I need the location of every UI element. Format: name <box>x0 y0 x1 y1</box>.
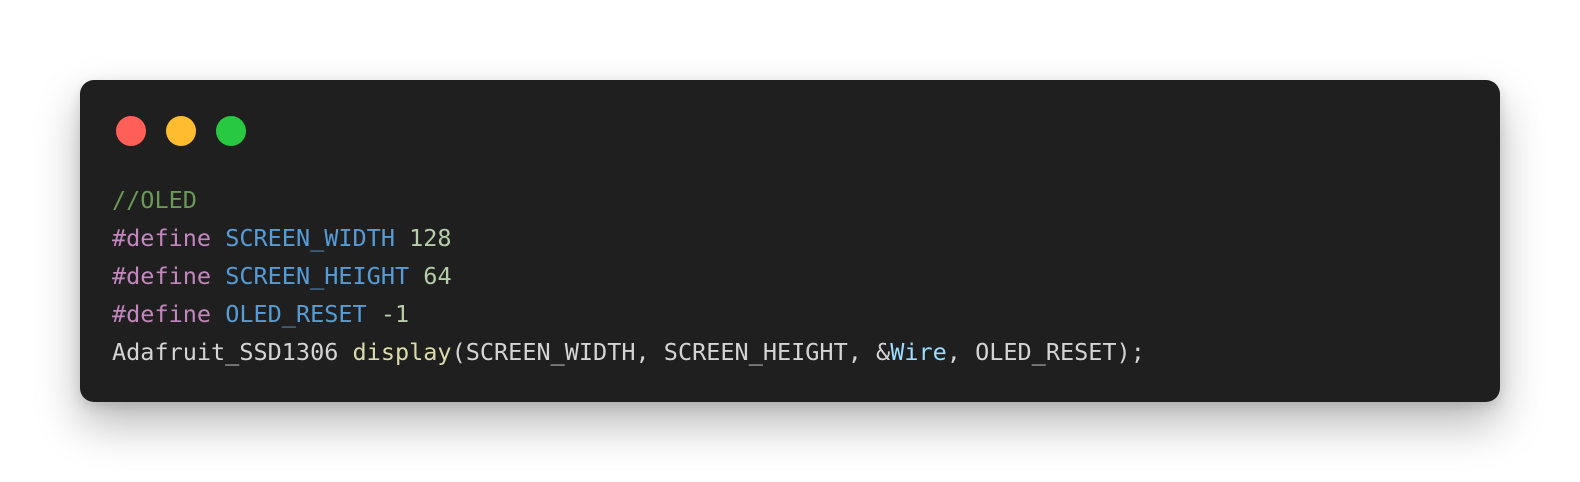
code-token-keyword: #define <box>112 224 212 252</box>
code-token-macro: SCREEN_WIDTH <box>225 224 395 252</box>
code-line: #define SCREEN_WIDTH 128 <box>112 219 1145 257</box>
code-token-function: display <box>352 338 452 366</box>
code-line: #define SCREEN_HEIGHT 64 <box>112 257 1145 295</box>
code-token-macro: OLED_RESET <box>225 300 367 328</box>
code-token-macro: SCREEN_HEIGHT <box>225 262 410 290</box>
close-dot-icon[interactable] <box>116 116 146 146</box>
code-token-comment: //OLED <box>112 186 197 214</box>
code-token-variable: Wire <box>890 338 947 366</box>
code-token-keyword: #define <box>112 262 212 290</box>
code-token-plain: , OLED_RESET); <box>946 338 1145 366</box>
code-block: //OLED #define SCREEN_WIDTH 128 #define SC… <box>112 181 1145 371</box>
code-token-number: -1 <box>380 300 410 328</box>
code-line: //OLED <box>112 181 1145 219</box>
code-token-plain: (SCREEN_WIDTH, SCREEN_HEIGHT, & <box>451 338 891 366</box>
code-token-plain: Adafruit_SSD1306 <box>112 338 339 366</box>
minimize-dot-icon[interactable] <box>166 116 196 146</box>
maximize-dot-icon[interactable] <box>216 116 246 146</box>
code-token-keyword: #define <box>112 300 212 328</box>
code-token-number: 128 <box>409 224 452 252</box>
code-line: #define OLED_RESET -1 <box>112 295 1145 333</box>
code-window: //OLED #define SCREEN_WIDTH 128 #define SC… <box>80 80 1500 402</box>
code-line: Adafruit_SSD1306 display(SCREEN_WIDTH, S… <box>112 333 1145 371</box>
code-token-number: 64 <box>423 262 452 290</box>
